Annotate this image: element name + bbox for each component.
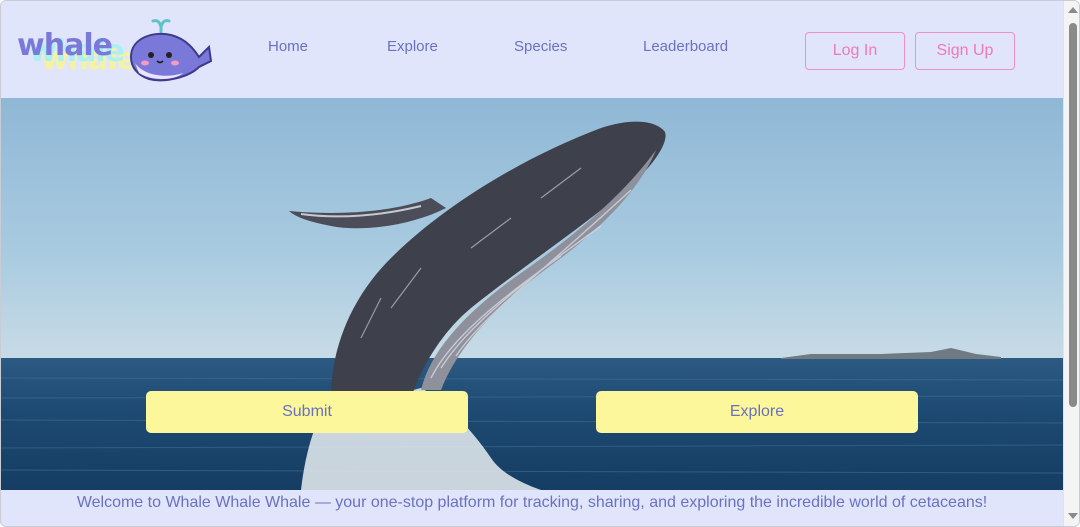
submit-button[interactable]: Submit (146, 391, 468, 433)
nav-explore[interactable]: Explore (387, 38, 438, 55)
scroll-down-arrow-icon[interactable] (1068, 513, 1078, 519)
nav-species[interactable]: Species (514, 38, 567, 55)
scroll-up-arrow-icon[interactable] (1068, 7, 1078, 13)
nav-home[interactable]: Home (268, 38, 308, 55)
vertical-scrollbar[interactable] (1063, 1, 1079, 526)
site-header: whale whale whale Home Explore Species L… (1, 1, 1063, 98)
hero-banner: Submit Explore (1, 98, 1063, 490)
logo-text: whale (17, 28, 113, 63)
nav-leaderboard[interactable]: Leaderboard (643, 38, 728, 55)
login-button[interactable]: Log In (805, 32, 905, 70)
brand-logo[interactable]: whale whale whale (15, 15, 215, 87)
welcome-message: Welcome to Whale Whale Whale — your one-… (76, 494, 988, 511)
scroll-thumb[interactable] (1069, 23, 1077, 407)
explore-button[interactable]: Explore (596, 391, 918, 433)
whale-mascot-icon (129, 19, 213, 82)
app-window: whale whale whale Home Explore Species L… (0, 0, 1080, 527)
signup-button[interactable]: Sign Up (915, 32, 1015, 70)
